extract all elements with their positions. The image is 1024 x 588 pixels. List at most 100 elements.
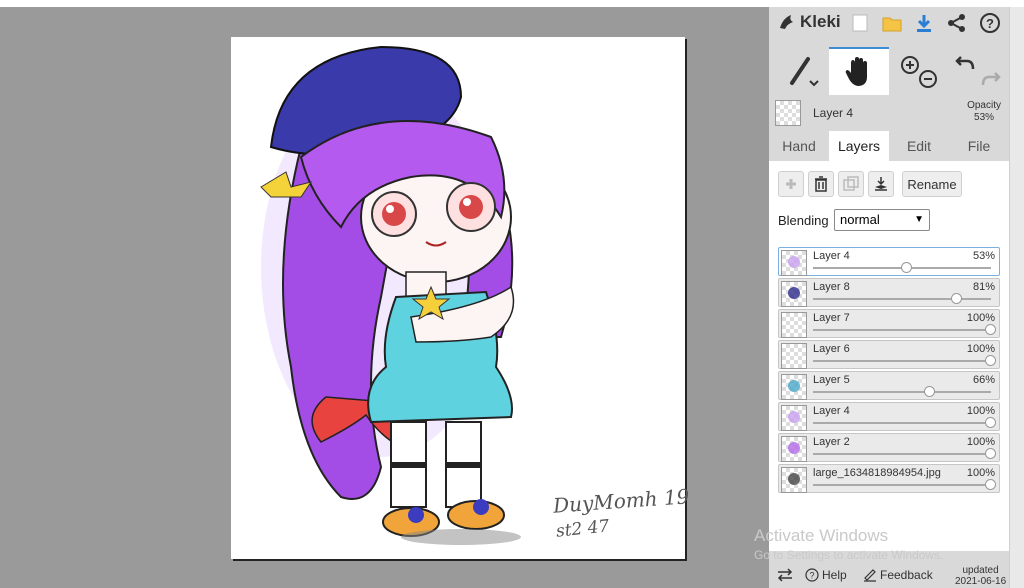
hand-icon [845, 57, 867, 86]
current-layer-header: Layer 4 Opacity 53% [769, 97, 1009, 129]
zoom-controls[interactable] [893, 47, 943, 95]
scrollbar[interactable] [1009, 7, 1024, 588]
feedback-icon [864, 569, 876, 582]
opacity-value: 53% [974, 112, 995, 123]
opacity-label: Opacity [967, 100, 1001, 111]
layer-opacity-slider-handle[interactable] [985, 479, 996, 490]
current-layer-thumbnail [775, 100, 801, 126]
kleki-logo-icon [780, 15, 793, 29]
tab-edit[interactable]: Edit [889, 131, 949, 161]
layer-opacity: 100% [966, 405, 995, 417]
svg-text:?: ? [986, 16, 994, 31]
new-image-button[interactable] [849, 12, 871, 34]
layer-thumbnail [781, 405, 807, 431]
duplicate-icon [843, 176, 859, 191]
layer-opacity-track[interactable] [813, 298, 991, 300]
side-panel: Kleki ? Layer 4 Opacity 53% Hand Layers … [769, 7, 1009, 588]
feedback-label: Feedback [880, 568, 933, 582]
add-layer-button[interactable] [778, 171, 804, 197]
layer-opacity: 100% [966, 312, 995, 324]
layer-opacity-slider-handle[interactable] [985, 355, 996, 366]
layer-opacity-slider-handle[interactable] [985, 448, 996, 459]
merge-layer-button[interactable] [868, 171, 894, 197]
layer-name: Layer 4 [813, 405, 850, 417]
layer-opacity-track[interactable] [813, 329, 991, 331]
layer-thumbnail [781, 312, 807, 338]
hand-tool[interactable] [829, 47, 889, 95]
layer-row[interactable]: Layer 6 100% [778, 340, 1000, 369]
layer-opacity-slider-handle[interactable] [985, 417, 996, 428]
layer-row[interactable]: Layer 2 100% [778, 433, 1000, 462]
layer-opacity-track[interactable] [813, 360, 991, 362]
tab-hand[interactable]: Hand [769, 131, 829, 161]
layers-panel: Rename Blending normal ▼ Layer 4 53% Layer… [769, 161, 1009, 551]
updated-info[interactable]: updated 2021-06-16 [955, 565, 1006, 587]
plus-icon [786, 179, 796, 189]
artboard[interactable]: DuyMomh 19 st2 47 [231, 37, 690, 559]
layer-opacity-slider-handle[interactable] [924, 386, 936, 397]
layer-thumbnail-mark [788, 287, 800, 299]
save-image-button[interactable] [913, 12, 935, 34]
windows-activation-watermark: Activate Windows Go to Settings to activ… [754, 526, 943, 562]
merge-down-icon [875, 177, 887, 191]
layer-opacity-track[interactable] [813, 422, 991, 424]
help-link[interactable]: ? Help [805, 568, 847, 582]
layer-thumbnail-mark [788, 411, 800, 423]
layer-thumbnail-mark [788, 380, 800, 392]
blending-value: normal [840, 212, 880, 227]
layer-opacity: 66% [972, 374, 995, 386]
layer-row[interactable]: Layer 4 100% [778, 402, 1000, 431]
layer-thumbnail-mark [788, 473, 800, 485]
layer-name: Layer 5 [813, 374, 850, 386]
share-icon [948, 14, 965, 32]
rename-layer-button[interactable]: Rename [902, 171, 962, 197]
tab-file[interactable]: File [949, 131, 1009, 161]
trash-icon [815, 176, 827, 192]
layer-thumbnail [781, 374, 807, 400]
canvas-area[interactable]: DuyMomh 19 st2 47 [0, 7, 769, 588]
layer-opacity-track[interactable] [813, 453, 991, 455]
layer-name: Layer 2 [813, 436, 850, 448]
footer-bar: ? Help Feedback updated 2021-06-16 [769, 563, 1009, 588]
open-image-button[interactable] [881, 12, 903, 34]
undo-redo-controls[interactable] [949, 47, 1005, 95]
tab-layers[interactable]: Layers [829, 131, 889, 161]
app-logo[interactable]: Kleki [777, 12, 841, 32]
swap-sides-button[interactable] [777, 568, 793, 582]
layer-name: large_1634818984954.jpg [813, 467, 941, 479]
layer-opacity-slider-handle[interactable] [951, 293, 963, 304]
layer-row[interactable]: large_1634818984954.jpg 100% [778, 464, 1000, 493]
brush-tool[interactable] [777, 47, 827, 95]
layer-name: Layer 8 [813, 281, 850, 293]
layer-opacity: 81% [972, 281, 995, 293]
layer-opacity-slider-handle[interactable] [901, 262, 913, 273]
layer-opacity-track[interactable] [813, 391, 991, 393]
layer-opacity-slider-handle[interactable] [985, 324, 996, 335]
swap-arrows-icon [777, 568, 793, 582]
layer-row[interactable]: Layer 5 66% [778, 371, 1000, 400]
share-button[interactable] [946, 12, 968, 34]
chevron-down-icon: ▼ [914, 214, 924, 225]
blending-select[interactable]: normal ▼ [834, 209, 930, 231]
undo-redo-icon [955, 56, 1001, 86]
help-button[interactable]: ? [979, 12, 1001, 34]
download-icon [917, 15, 931, 32]
folder-icon [882, 17, 902, 32]
layer-opacity: 100% [966, 343, 995, 355]
layer-row[interactable]: Layer 4 53% [778, 247, 1000, 276]
layer-opacity-track[interactable] [813, 484, 991, 486]
current-layer-opacity: Opacity 53% [967, 100, 1001, 124]
app-name: Kleki [800, 12, 841, 31]
delete-layer-button[interactable] [808, 171, 834, 197]
layer-row[interactable]: Layer 8 81% [778, 278, 1000, 307]
duplicate-layer-button[interactable] [838, 171, 864, 197]
new-file-icon [852, 14, 868, 32]
layer-row[interactable]: Layer 7 100% [778, 309, 1000, 338]
layer-opacity: 100% [966, 436, 995, 448]
current-layer-name: Layer 4 [813, 106, 854, 120]
layer-thumbnail [781, 467, 807, 493]
layer-thumbnail-mark [788, 256, 800, 268]
question-circle-icon: ? [805, 568, 819, 582]
feedback-link[interactable]: Feedback [863, 568, 933, 582]
updated-date: 2021-06-16 [955, 576, 1007, 587]
